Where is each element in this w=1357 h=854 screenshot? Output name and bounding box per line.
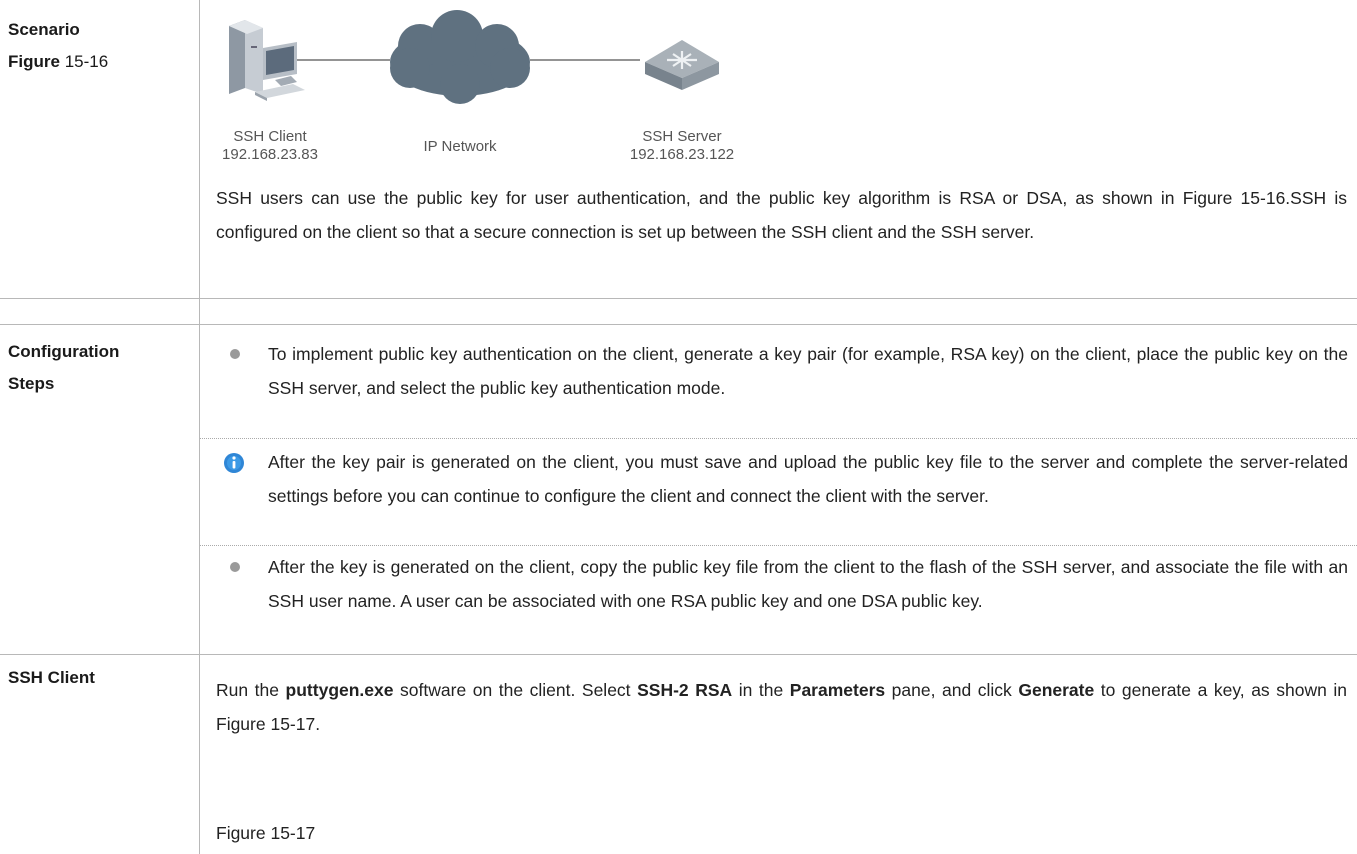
network-name: IP Network — [423, 138, 497, 155]
config-label-line1: Configuration — [8, 342, 120, 361]
ssh-client-label: SSH Client — [8, 668, 95, 687]
server-ip: 192.168.23.122 — [629, 146, 735, 163]
figure-number: 15-16 — [64, 52, 109, 71]
scenario-label: Scenario — [8, 20, 80, 39]
config-step-1: To implement public key authentication o… — [268, 344, 1348, 398]
row-divider — [0, 298, 1357, 299]
bullet-icon — [230, 349, 240, 359]
ssh-client-instructions: Run the puttygen.exe software on the cli… — [216, 673, 1347, 741]
network-caption: IP Network — [400, 138, 520, 156]
text-run: in the — [732, 680, 790, 700]
dotted-divider — [200, 545, 1357, 546]
ip-network-cloud-icon — [390, 10, 530, 104]
ssh2-rsa: SSH-2 RSA — [637, 680, 733, 700]
config-note: After the key pair is generated on the c… — [268, 452, 1348, 506]
parameters-pane: Parameters — [789, 680, 886, 700]
generate-term: Generate — [1018, 680, 1095, 700]
config-label: Configuration Steps — [8, 336, 119, 400]
bullet-icon — [230, 562, 240, 572]
row-divider — [0, 324, 1357, 325]
text-run: software on the client. Select — [393, 680, 638, 700]
config-label-line2: Steps — [8, 374, 55, 393]
text-run: Run the — [216, 680, 286, 700]
scenario-description: SSH users can use the public key for use… — [216, 188, 1347, 242]
puttygen-exe: puttygen.exe — [285, 680, 394, 700]
network-diagram: SSH Client 192.168.23.83 IP Network SSH … — [205, 6, 805, 176]
info-icon — [224, 453, 244, 473]
figure-word: Figure — [8, 52, 60, 71]
client-name: SSH Client — [233, 128, 307, 145]
ssh-client-pc-icon — [229, 20, 305, 101]
figure-caption: Figure 15-17 — [216, 823, 316, 843]
client-ip: 192.168.23.83 — [222, 146, 318, 163]
row-divider — [0, 654, 1357, 655]
server-caption: SSH Server 192.168.23.122 — [607, 128, 757, 164]
client-caption: SSH Client 192.168.23.83 — [195, 128, 345, 164]
server-name: SSH Server — [642, 128, 722, 145]
dotted-divider — [200, 438, 1357, 439]
text-run: pane, and click — [885, 680, 1019, 700]
network-diagram-graphic — [229, 10, 719, 104]
config-step-2: After the key is generated on the client… — [268, 557, 1348, 611]
figure-reference: Figure 15-16 — [8, 46, 108, 78]
ssh-server-switch-icon — [645, 40, 719, 90]
